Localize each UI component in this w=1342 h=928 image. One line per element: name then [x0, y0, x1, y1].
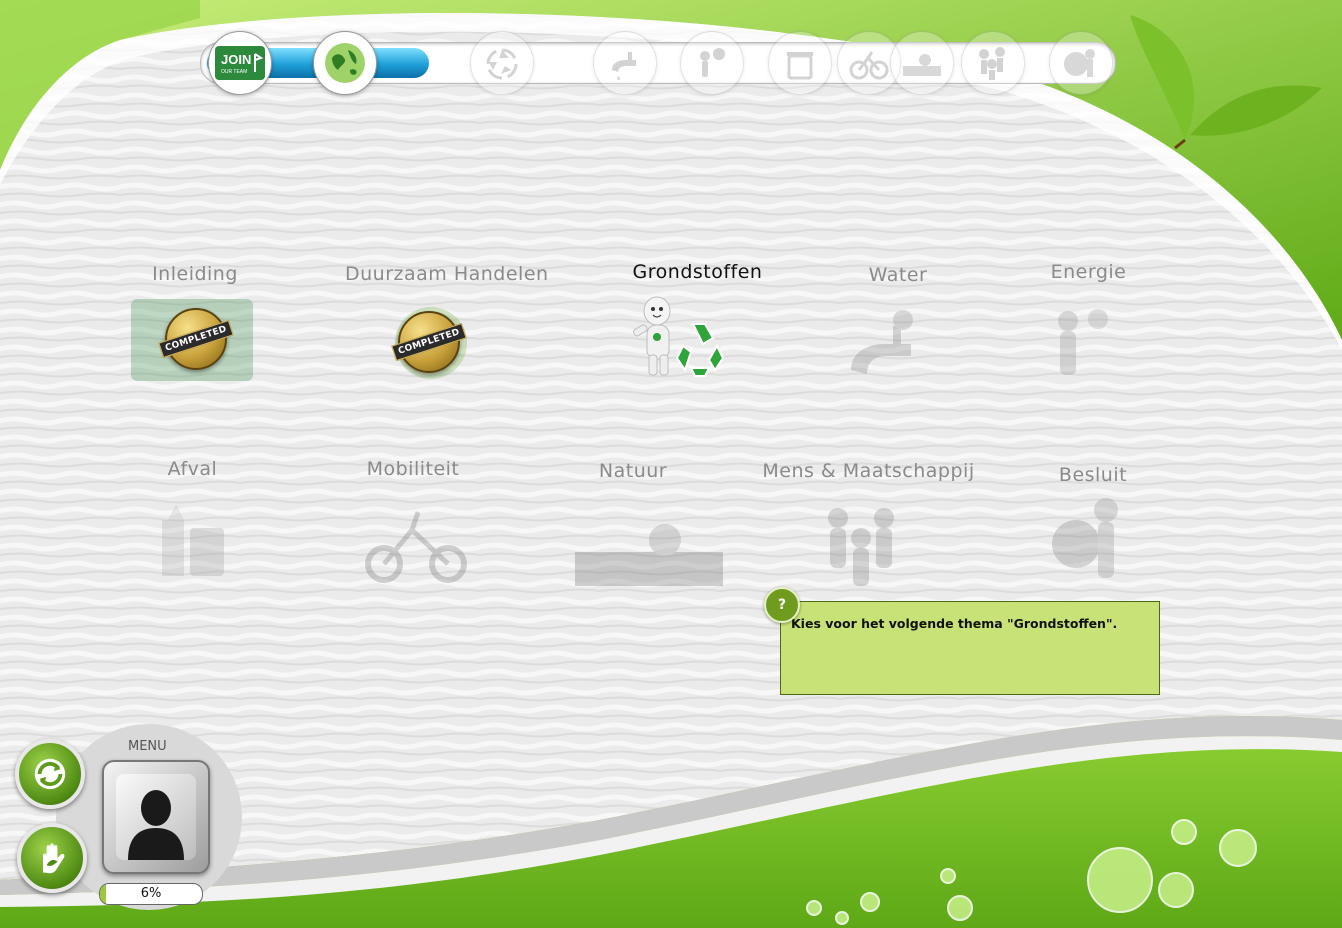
menu-button[interactable]	[102, 760, 210, 874]
join-our-team-icon: JOIN OUR TEAM	[215, 46, 265, 80]
path-node-inleiding[interactable]: JOIN OUR TEAM	[208, 31, 272, 95]
trash-bin-icon	[787, 52, 813, 80]
theme-duurzaam-handelen[interactable]: Duurzaam Handelen COMPLETED	[345, 263, 549, 379]
theme-label: Duurzaam Handelen	[345, 263, 549, 285]
path-node-energie[interactable]	[680, 31, 744, 95]
sun-figure-icon	[1058, 309, 1108, 375]
theme-label: Besluit	[1058, 464, 1128, 486]
theme-energie[interactable]: Energie	[1040, 261, 1137, 375]
help-icon[interactable]: ?	[764, 587, 800, 623]
progress-label: 6%	[140, 886, 162, 901]
theme-inleiding[interactable]: Inleiding COMPLETED	[120, 263, 270, 381]
theme-besluit[interactable]: Besluit	[1052, 464, 1132, 578]
green-globe-icon	[325, 43, 365, 83]
path-node-grondstoffen[interactable]	[470, 31, 534, 95]
theme-label: Mens & Maatschappij	[762, 460, 975, 482]
theme-label: Natuur	[598, 460, 668, 482]
bicycle-icon	[365, 511, 467, 583]
refresh-icon	[34, 758, 66, 790]
hand-leaf-icon	[43, 843, 65, 874]
bicycle-icon	[849, 51, 889, 80]
theme-mobiliteit[interactable]: Mobiliteit	[360, 458, 467, 583]
path-node-natuur[interactable]	[890, 31, 954, 95]
theme-label: Afval	[167, 458, 218, 480]
water-tap-icon	[612, 52, 636, 81]
hand-button[interactable]	[17, 823, 87, 893]
theme-label: Mobiliteit	[366, 458, 460, 480]
nature-icon	[903, 54, 941, 76]
menu-label: MENU	[128, 739, 167, 754]
theme-label: Inleiding	[152, 263, 238, 285]
progress-indicator: 6%	[99, 883, 203, 905]
path-node-besluit[interactable]	[1049, 31, 1113, 95]
figure-with-globe-icon	[1052, 498, 1118, 578]
trash-bin-icon	[162, 504, 224, 576]
svg-text:OUR TEAM: OUR TEAM	[221, 69, 247, 75]
game-screen: JOIN OUR TEAM Inleiding COMPLETED Duurza…	[0, 0, 1342, 928]
people-group-icon	[828, 508, 894, 586]
theme-label: Water	[868, 264, 928, 286]
refresh-button[interactable]	[15, 739, 85, 809]
people-group-icon	[979, 47, 1005, 80]
theme-grondstoffen[interactable]: Grondstoffen	[625, 261, 770, 377]
completed-badge: COMPLETED	[391, 311, 467, 373]
theme-label: Grondstoffen	[632, 261, 763, 283]
path-node-duurzaam-handelen[interactable]	[313, 31, 377, 95]
path-node-water[interactable]	[593, 31, 657, 95]
recycle-figure-icon	[633, 296, 725, 377]
hint-box: Kies voor het volgende thema "Grondstoff…	[780, 601, 1160, 695]
theme-mens-maatschappij[interactable]: Mens & Maatschappij	[762, 460, 975, 586]
path-node-mens-maatschappij[interactable]	[961, 31, 1025, 95]
figure-with-globe-icon	[1064, 49, 1095, 77]
user-silhouette-icon	[128, 790, 184, 860]
path-node-afval[interactable]	[768, 31, 832, 95]
sun-figure-icon	[700, 48, 725, 77]
theme-afval[interactable]: Afval	[150, 458, 235, 576]
theme-label: Energie	[1050, 261, 1127, 283]
theme-water[interactable]: Water	[851, 264, 943, 374]
hint-text: Kies voor het volgende thema "Grondstoff…	[791, 616, 1118, 631]
nature-icon	[575, 524, 723, 586]
completed-badge: COMPLETED	[158, 308, 234, 370]
recycle-icon	[486, 48, 518, 80]
theme-natuur[interactable]: Natuur	[575, 460, 723, 586]
svg-text:JOIN: JOIN	[221, 52, 251, 67]
water-tap-icon	[851, 310, 913, 374]
